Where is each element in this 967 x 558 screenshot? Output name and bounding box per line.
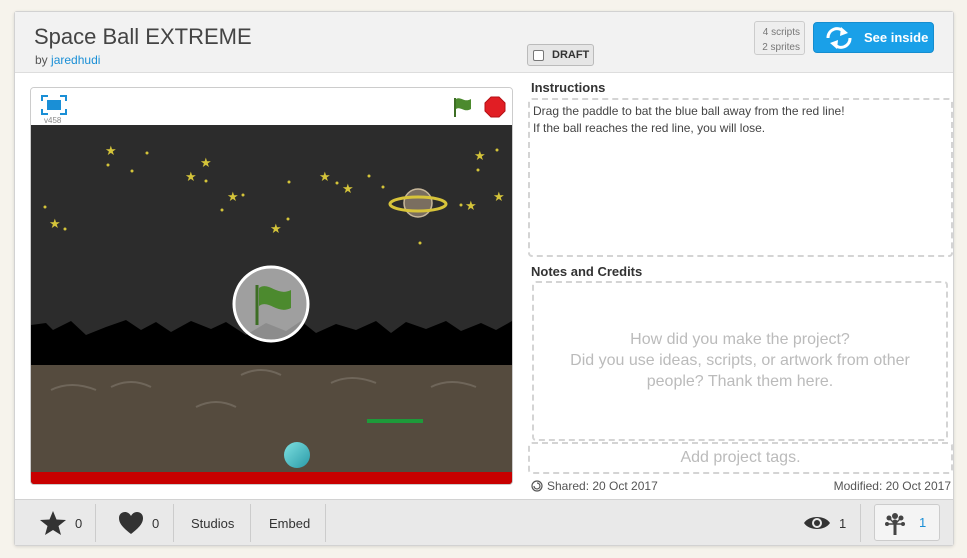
project-stage[interactable]: ★ ★ ★ ★ ★ ★ ★ ★ ★ ★ ★ (31, 125, 512, 485)
star-icon (40, 511, 66, 535)
heart-icon (119, 512, 143, 534)
draft-checkbox-icon[interactable] (533, 49, 544, 61)
svg-text:★: ★ (49, 216, 61, 231)
svg-text:★: ★ (474, 148, 486, 163)
remix-arrows-icon (826, 26, 852, 49)
sprites-count: 2 sprites (762, 42, 800, 53)
tags-input[interactable]: Add project tags. (528, 442, 953, 474)
paddle (367, 419, 423, 423)
svg-text:★: ★ (200, 155, 212, 170)
favorite-button[interactable]: 0 (39, 500, 82, 546)
draft-badge[interactable]: DRAFT (527, 44, 594, 66)
fullscreen-icon[interactable] (41, 95, 67, 115)
views-count: 1 (839, 515, 847, 531)
love-button[interactable]: 0 (118, 500, 159, 546)
modified-date: Modified: 20 Oct 2017 (833, 479, 951, 493)
see-inside-label: See inside (864, 30, 929, 45)
byline: by jaredhudi (35, 53, 100, 67)
red-line (31, 472, 512, 484)
footer-divider (250, 504, 251, 542)
tags-placeholder: Add project tags. (680, 449, 801, 466)
green-flag-play-icon[interactable] (232, 265, 310, 343)
svg-text:★: ★ (227, 189, 239, 204)
player-controls: v458 (31, 88, 512, 125)
svg-text:★: ★ (319, 169, 331, 184)
shared-date-text: Shared: 20 Oct 2017 (547, 479, 658, 493)
project-player: v458 ★ ★ ★ ★ ★ ★ ★ ★ ★ ★ ★ (30, 87, 513, 485)
footer-divider (860, 504, 861, 542)
project-counts: 4 scripts 2 sprites (754, 21, 805, 55)
footer-divider (173, 504, 174, 542)
draft-label: DRAFT (552, 49, 590, 61)
player-version: v458 (44, 116, 62, 125)
author-link[interactable]: jaredhudi (51, 53, 100, 67)
shared-icon (531, 480, 543, 492)
notes-placeholder-line-2: Did you use ideas, scripts, or artwork f… (570, 352, 910, 369)
svg-text:★: ★ (185, 169, 197, 184)
ball (284, 442, 310, 468)
eye-icon (804, 517, 830, 529)
instructions-line-1: Drag the paddle to bat the blue ball awa… (533, 104, 845, 118)
footer-divider (325, 504, 326, 542)
svg-text:★: ★ (342, 181, 354, 196)
by-label: by (35, 53, 48, 67)
see-inside-button[interactable]: See inside (813, 22, 934, 53)
notes-field[interactable]: How did you make the project? Did you us… (532, 281, 948, 441)
views-stat: 1 (803, 500, 846, 546)
green-flag-icon[interactable] (452, 96, 474, 118)
svg-text:★: ★ (465, 198, 477, 213)
project-footer: 0 0 Studios Embed 1 1 (15, 499, 953, 545)
notes-placeholder-line-1: How did you make the project? (630, 331, 850, 348)
scripts-count: 4 scripts (762, 27, 800, 38)
svg-text:★: ★ (270, 221, 282, 236)
remix-tree-button[interactable]: 1 (874, 504, 940, 541)
love-count: 0 (152, 515, 160, 531)
remix-count: 1 (919, 515, 927, 530)
project-title[interactable]: Space Ball EXTREME (34, 24, 252, 50)
embed-button[interactable]: Embed (269, 500, 310, 546)
project-notes-column: Instructions Drag the paddle to bat the … (527, 74, 955, 499)
shared-date: Shared: 20 Oct 2017 (531, 479, 658, 493)
remix-tree-icon (885, 512, 905, 535)
instructions-field[interactable]: Drag the paddle to bat the blue ball awa… (528, 98, 953, 257)
project-card: Space Ball EXTREME by jaredhudi DRAFT 4 … (14, 11, 954, 546)
notes-title: Notes and Credits (531, 264, 643, 279)
notes-placeholder-line-3: people? Thank them here. (646, 373, 834, 390)
footer-divider (95, 504, 96, 542)
favorite-count: 0 (75, 515, 83, 531)
instructions-title: Instructions (531, 80, 606, 95)
project-header: Space Ball EXTREME by jaredhudi DRAFT 4 … (15, 12, 953, 73)
studios-button[interactable]: Studios (191, 500, 234, 546)
svg-text:★: ★ (493, 189, 505, 204)
svg-text:★: ★ (105, 143, 117, 158)
instructions-line-2: If the ball reaches the red line, you wi… (533, 121, 766, 135)
stop-icon[interactable] (484, 96, 506, 118)
